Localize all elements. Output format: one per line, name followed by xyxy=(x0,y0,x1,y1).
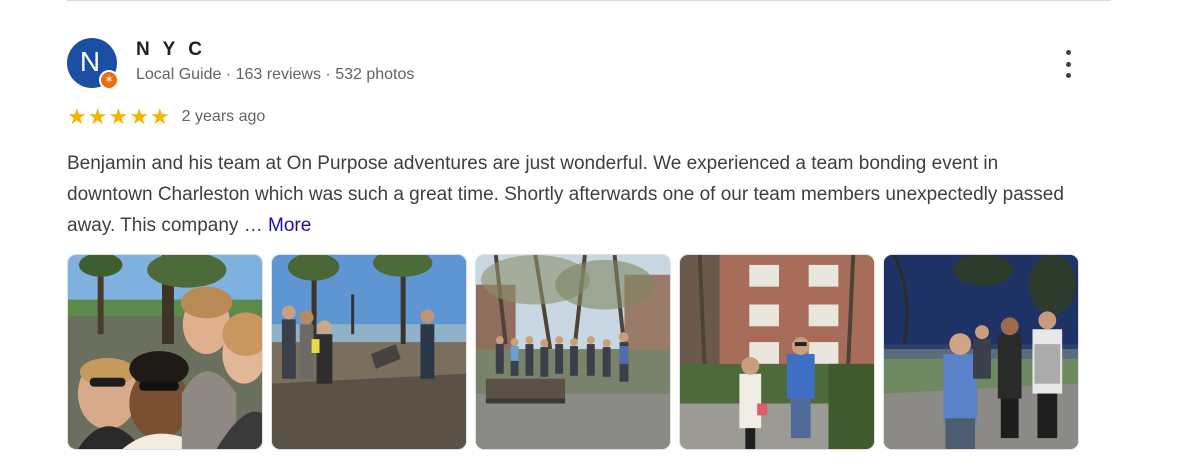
local-guide-badge-icon: ✶ xyxy=(99,70,119,90)
review-photo-2[interactable] xyxy=(271,254,467,450)
review-photo-1[interactable] xyxy=(67,254,263,450)
star-icon: ★ xyxy=(149,104,170,129)
avatar-initial: N xyxy=(79,46,101,77)
reviewer-name[interactable]: N Y C xyxy=(136,39,206,61)
review-card: N ✶ N Y C Local Guide · 163 reviews · 53… xyxy=(67,0,1111,473)
review-photo-3[interactable] xyxy=(475,254,671,450)
review-photo-5[interactable] xyxy=(883,254,1079,450)
star-icon: ★ xyxy=(87,104,108,129)
more-vert-icon-dot xyxy=(1065,73,1071,78)
avatar[interactable]: N ✶ xyxy=(67,38,119,90)
star-icon: ★ xyxy=(108,104,129,129)
star-icon: ★ xyxy=(67,104,87,129)
more-vert-icon xyxy=(1065,50,1071,55)
review-text: Benjamin and his team at On Purpose adve… xyxy=(67,153,1064,236)
reviewer-meta: Local Guide · 163 reviews · 532 photos xyxy=(136,66,415,83)
review-time: 2 years ago xyxy=(181,108,266,125)
more-link[interactable]: More xyxy=(268,215,311,236)
review-text-block: Benjamin and his team at On Purpose adve… xyxy=(67,148,1077,241)
star-rating: ★ ★ ★ ★ ★ xyxy=(67,106,171,128)
more-options-button[interactable] xyxy=(1058,50,1078,78)
more-vert-icon-dot xyxy=(1065,61,1071,67)
review-photo-4[interactable] xyxy=(679,254,875,450)
rating-row: ★ ★ ★ ★ ★ 2 years ago xyxy=(67,105,265,129)
star-icon: ★ xyxy=(129,104,149,129)
review-photos xyxy=(67,254,1079,450)
